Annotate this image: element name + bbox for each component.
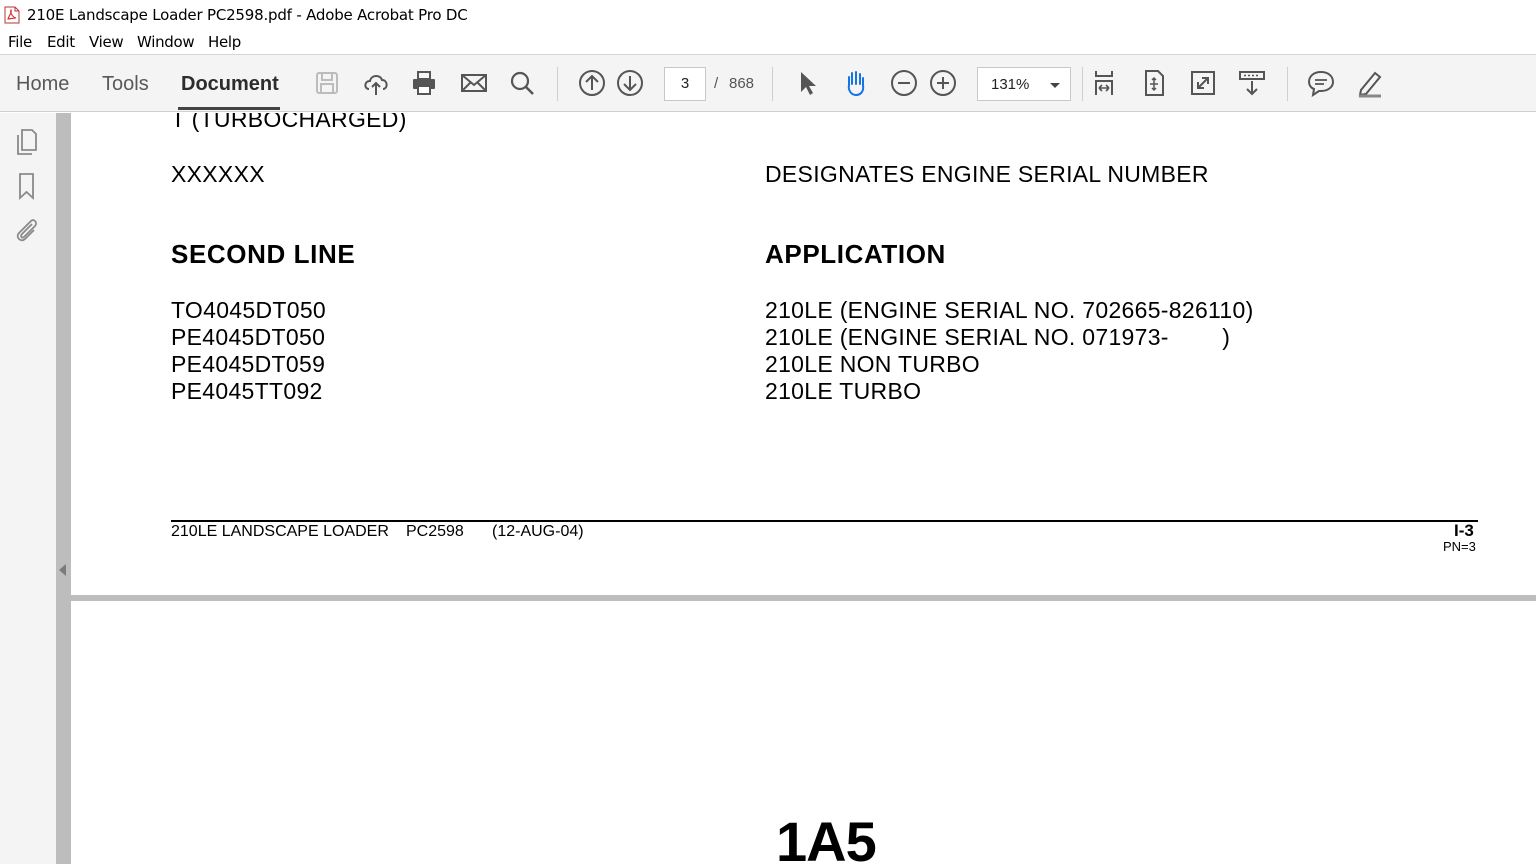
comment-icon (1307, 70, 1335, 98)
zoom-out-button[interactable] (888, 67, 920, 99)
menu-view[interactable]: View (89, 33, 124, 51)
nav-pane-splitter[interactable] (56, 113, 71, 864)
document-view[interactable]: T (TURBOCHARGED) XXXXXX DESIGNATES ENGIN… (71, 113, 1536, 864)
toolbar-separator (772, 67, 773, 101)
save-icon (316, 72, 338, 94)
email-icon (461, 74, 487, 92)
fit-page-icon (1145, 70, 1164, 96)
footer-page-number: I-3 (1454, 521, 1474, 540)
email-button[interactable] (458, 67, 490, 99)
footer-date: (12-AUG-04) (492, 523, 584, 540)
row-code: TO4045DT050 (171, 297, 327, 323)
previous-page-icon (579, 70, 605, 96)
save-button[interactable] (311, 67, 343, 99)
column-heading-application: APPLICATION (765, 239, 946, 269)
zoom-in-icon (930, 70, 956, 96)
zoom-out-icon (891, 70, 917, 96)
collapse-arrow-icon[interactable] (59, 564, 66, 576)
comment-button[interactable] (1305, 67, 1337, 99)
highlight-pen-icon (1358, 71, 1382, 98)
attachments-icon[interactable] (12, 215, 42, 245)
print-button[interactable] (408, 67, 440, 99)
menu-help[interactable]: Help (208, 33, 241, 51)
read-mode-icon (1239, 71, 1265, 96)
row-code: PE4045TT092 (171, 378, 323, 404)
row-application: 210LE NON TURBO (765, 351, 980, 377)
menu-edit[interactable]: Edit (47, 33, 75, 51)
menu-window[interactable]: Window (137, 33, 195, 51)
toolbar-separator (1082, 67, 1083, 101)
column-heading-second-line: SECOND LINE (171, 239, 356, 269)
left-nav-pane (0, 113, 56, 864)
print-icon (413, 71, 435, 95)
toolbar-separator (1287, 67, 1288, 101)
read-mode-button[interactable] (1236, 67, 1268, 99)
active-tab-underline (178, 107, 280, 110)
zoom-value: 131% (991, 76, 1030, 93)
pdf-page: 1A5 (71, 601, 1536, 864)
tab-tools[interactable]: Tools (102, 73, 149, 96)
previous-page-button[interactable] (576, 67, 608, 99)
row-code: PE4045DT050 (171, 324, 326, 350)
next-page-button[interactable] (614, 67, 646, 99)
page-number-input[interactable]: 3 (664, 67, 706, 101)
row-application: 210LE (ENGINE SERIAL NO. 702665-826110) (765, 297, 1254, 323)
bookmarks-icon[interactable] (12, 171, 42, 201)
pdf-page: T (TURBOCHARGED) XXXXXX DESIGNATES ENGIN… (71, 113, 1536, 595)
partial-line-text: T (TURBOCHARGED) (171, 113, 407, 132)
page-separator: / (714, 75, 719, 92)
next-page-icon (617, 70, 643, 96)
tab-home[interactable]: Home (16, 73, 69, 96)
page-thumbnails-icon[interactable] (12, 127, 42, 157)
toolbar: Home Tools Document 3 / 868 131% (0, 54, 1536, 112)
page-total: 868 (729, 75, 755, 92)
menu-file[interactable]: File (8, 33, 32, 51)
window-title: 210E Landscape Loader PC2598.pdf - Adobe… (27, 6, 468, 24)
toolbar-separator (557, 67, 558, 101)
full-screen-icon (1191, 71, 1215, 95)
select-tool-button[interactable] (791, 67, 823, 99)
footer-pn: PN=3 (1443, 539, 1476, 554)
footer-title: 210LE LANDSCAPE LOADER (171, 523, 389, 540)
next-page-code: 1A5 (776, 810, 877, 864)
hand-tool-icon (847, 71, 865, 97)
row-application: 210LE TURBO (765, 378, 922, 404)
footer-rule (171, 520, 1478, 522)
chevron-down-icon (1050, 83, 1060, 88)
highlight-button[interactable] (1354, 67, 1386, 99)
row-application: 210LE (ENGINE SERIAL NO. 071973- ) (765, 324, 1231, 350)
footer-pc-number: PC2598 (406, 523, 464, 540)
fit-page-button[interactable] (1138, 67, 1170, 99)
pdf-file-icon (4, 6, 20, 24)
hand-tool-button[interactable] (840, 67, 872, 99)
upload-button[interactable] (360, 67, 392, 99)
full-screen-button[interactable] (1187, 67, 1219, 99)
zoom-in-button[interactable] (927, 67, 959, 99)
cloud-upload-icon (364, 75, 388, 95)
title-bar: 210E Landscape Loader PC2598.pdf - Adobe… (0, 0, 1536, 30)
scroll-mode-icon (1095, 71, 1113, 95)
search-icon (510, 71, 534, 95)
serial-description: DESIGNATES ENGINE SERIAL NUMBER (765, 161, 1209, 187)
tab-document[interactable]: Document (181, 73, 279, 96)
menu-bar: File Edit View Window Help (0, 30, 1536, 54)
scroll-mode-button[interactable] (1088, 67, 1120, 99)
search-button[interactable] (506, 67, 538, 99)
row-code: PE4045DT059 (171, 351, 326, 377)
serial-code: XXXXXX (171, 161, 265, 187)
zoom-select[interactable]: 131% (977, 67, 1071, 101)
select-pointer-icon (801, 72, 816, 95)
